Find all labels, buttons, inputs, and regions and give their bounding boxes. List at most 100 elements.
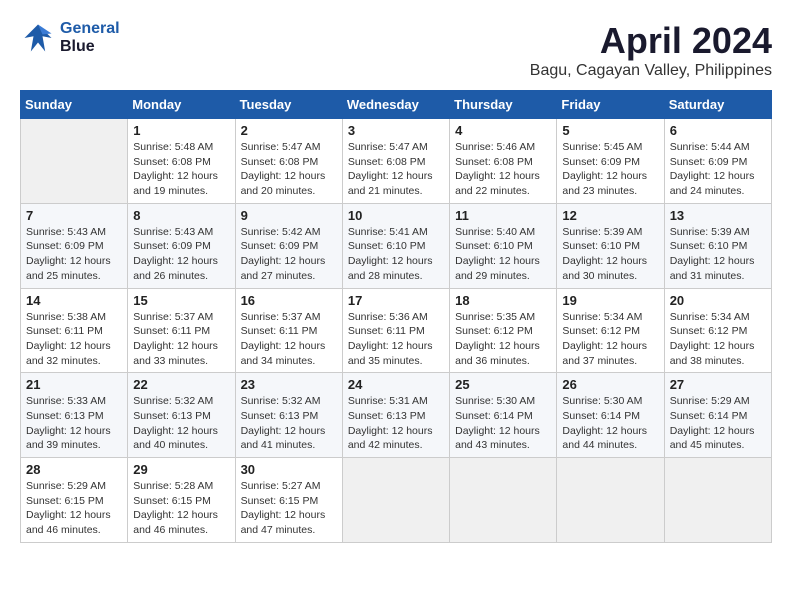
calendar-cell: 2 Sunrise: 5:47 AMSunset: 6:08 PMDaylight…: [235, 119, 342, 204]
day-number: 14: [26, 293, 122, 308]
day-info: Sunrise: 5:37 AMSunset: 6:11 PMDaylight:…: [133, 310, 229, 369]
calendar-cell: 17 Sunrise: 5:36 AMSunset: 6:11 PMDayligh…: [342, 288, 449, 373]
calendar-cell: 8Sunrise: 5:43 AMSunset: 6:09 PMDaylight…: [128, 203, 235, 288]
weekday-header-sunday: Sunday: [21, 91, 128, 119]
calendar-cell: 15 Sunrise: 5:37 AMSunset: 6:11 PMDayligh…: [128, 288, 235, 373]
calendar-cell: 19 Sunrise: 5:34 AMSunset: 6:12 PMDayligh…: [557, 288, 664, 373]
day-info: Sunrise: 5:42 AMSunset: 6:09 PMDaylight:…: [241, 225, 337, 284]
day-info: Sunrise: 5:47 AMSunset: 6:08 PMDaylight:…: [241, 140, 337, 199]
week-row-4: 21 Sunrise: 5:33 AMSunset: 6:13 PMDayligh…: [21, 373, 772, 458]
calendar-cell: 27 Sunrise: 5:29 AMSunset: 6:14 PMDayligh…: [664, 373, 771, 458]
calendar-cell: 13 Sunrise: 5:39 AMSunset: 6:10 PMDayligh…: [664, 203, 771, 288]
day-number: 28: [26, 462, 122, 477]
weekday-header-friday: Friday: [557, 91, 664, 119]
day-info: Sunrise: 5:44 AMSunset: 6:09 PMDaylight:…: [670, 140, 766, 199]
day-info: Sunrise: 5:43 AMSunset: 6:09 PMDaylight:…: [26, 225, 122, 284]
calendar-cell: 10 Sunrise: 5:41 AMSunset: 6:10 PMDayligh…: [342, 203, 449, 288]
day-number: 17: [348, 293, 444, 308]
calendar-cell: 21 Sunrise: 5:33 AMSunset: 6:13 PMDayligh…: [21, 373, 128, 458]
day-info: Sunrise: 5:39 AMSunset: 6:10 PMDaylight:…: [670, 225, 766, 284]
day-info: Sunrise: 5:34 AMSunset: 6:12 PMDaylight:…: [670, 310, 766, 369]
calendar-cell: 5 Sunrise: 5:45 AMSunset: 6:09 PMDaylight…: [557, 119, 664, 204]
day-info: Sunrise: 5:46 AMSunset: 6:08 PMDaylight:…: [455, 140, 551, 199]
week-row-1: 1 Sunrise: 5:48 AMSunset: 6:08 PMDaylight…: [21, 119, 772, 204]
day-info: Sunrise: 5:33 AMSunset: 6:13 PMDaylight:…: [26, 394, 122, 453]
calendar-cell: 28 Sunrise: 5:29 AMSunset: 6:15 PMDayligh…: [21, 458, 128, 543]
day-number: 10: [348, 208, 444, 223]
day-info: Sunrise: 5:32 AMSunset: 6:13 PMDaylight:…: [241, 394, 337, 453]
day-info: Sunrise: 5:27 AMSunset: 6:15 PMDaylight:…: [241, 479, 337, 538]
calendar-table: SundayMondayTuesdayWednesdayThursdayFrid…: [20, 90, 772, 543]
calendar-cell: 23 Sunrise: 5:32 AMSunset: 6:13 PMDayligh…: [235, 373, 342, 458]
day-info: Sunrise: 5:36 AMSunset: 6:11 PMDaylight:…: [348, 310, 444, 369]
day-number: 25: [455, 377, 551, 392]
page-header: General Blue April 2024 Bagu, Cagayan Va…: [20, 20, 772, 80]
week-row-3: 14 Sunrise: 5:38 AMSunset: 6:11 PMDayligh…: [21, 288, 772, 373]
day-number: 26: [562, 377, 658, 392]
day-number: 3: [348, 123, 444, 138]
calendar-cell: 30 Sunrise: 5:27 AMSunset: 6:15 PMDayligh…: [235, 458, 342, 543]
day-info: Sunrise: 5:39 AMSunset: 6:10 PMDaylight:…: [562, 225, 658, 284]
day-number: 1: [133, 123, 229, 138]
week-row-2: 7Sunrise: 5:43 AMSunset: 6:09 PMDaylight…: [21, 203, 772, 288]
day-info: Sunrise: 5:29 AMSunset: 6:15 PMDaylight:…: [26, 479, 122, 538]
day-info: Sunrise: 5:29 AMSunset: 6:14 PMDaylight:…: [670, 394, 766, 453]
calendar-cell: 1 Sunrise: 5:48 AMSunset: 6:08 PMDaylight…: [128, 119, 235, 204]
day-info: Sunrise: 5:28 AMSunset: 6:15 PMDaylight:…: [133, 479, 229, 538]
day-info: Sunrise: 5:32 AMSunset: 6:13 PMDaylight:…: [133, 394, 229, 453]
day-info: Sunrise: 5:45 AMSunset: 6:09 PMDaylight:…: [562, 140, 658, 199]
calendar-cell: [664, 458, 771, 543]
calendar-cell: 4 Sunrise: 5:46 AMSunset: 6:08 PMDaylight…: [450, 119, 557, 204]
day-number: 2: [241, 123, 337, 138]
day-info: Sunrise: 5:38 AMSunset: 6:11 PMDaylight:…: [26, 310, 122, 369]
day-info: Sunrise: 5:30 AMSunset: 6:14 PMDaylight:…: [455, 394, 551, 453]
day-number: 4: [455, 123, 551, 138]
calendar-subtitle: Bagu, Cagayan Valley, Philippines: [530, 62, 772, 80]
calendar-cell: 16 Sunrise: 5:37 AMSunset: 6:11 PMDayligh…: [235, 288, 342, 373]
calendar-cell: [450, 458, 557, 543]
day-info: Sunrise: 5:35 AMSunset: 6:12 PMDaylight:…: [455, 310, 551, 369]
calendar-cell: 25 Sunrise: 5:30 AMSunset: 6:14 PMDayligh…: [450, 373, 557, 458]
day-number: 9: [241, 208, 337, 223]
calendar-cell: 20 Sunrise: 5:34 AMSunset: 6:12 PMDayligh…: [664, 288, 771, 373]
day-number: 16: [241, 293, 337, 308]
calendar-cell: 29Sunrise: 5:28 AMSunset: 6:15 PMDayligh…: [128, 458, 235, 543]
logo-icon: [20, 20, 56, 56]
calendar-cell: 3 Sunrise: 5:47 AMSunset: 6:08 PMDaylight…: [342, 119, 449, 204]
weekday-header-saturday: Saturday: [664, 91, 771, 119]
calendar-cell: 7Sunrise: 5:43 AMSunset: 6:09 PMDaylight…: [21, 203, 128, 288]
day-number: 5: [562, 123, 658, 138]
day-number: 15: [133, 293, 229, 308]
day-number: 20: [670, 293, 766, 308]
day-number: 22: [133, 377, 229, 392]
day-number: 19: [562, 293, 658, 308]
day-number: 24: [348, 377, 444, 392]
logo: General Blue: [20, 20, 120, 56]
calendar-cell: 22 Sunrise: 5:32 AMSunset: 6:13 PMDayligh…: [128, 373, 235, 458]
week-row-5: 28 Sunrise: 5:29 AMSunset: 6:15 PMDayligh…: [21, 458, 772, 543]
day-number: 23: [241, 377, 337, 392]
calendar-cell: 6Sunrise: 5:44 AMSunset: 6:09 PMDaylight…: [664, 119, 771, 204]
calendar-cell: 9 Sunrise: 5:42 AMSunset: 6:09 PMDaylight…: [235, 203, 342, 288]
calendar-cell: 24Sunrise: 5:31 AMSunset: 6:13 PMDayligh…: [342, 373, 449, 458]
calendar-title: April 2024: [530, 20, 772, 62]
day-number: 30: [241, 462, 337, 477]
day-info: Sunrise: 5:30 AMSunset: 6:14 PMDaylight:…: [562, 394, 658, 453]
day-info: Sunrise: 5:37 AMSunset: 6:11 PMDaylight:…: [241, 310, 337, 369]
day-number: 27: [670, 377, 766, 392]
weekday-header-monday: Monday: [128, 91, 235, 119]
day-number: 13: [670, 208, 766, 223]
calendar-cell: 12Sunrise: 5:39 AMSunset: 6:10 PMDayligh…: [557, 203, 664, 288]
calendar-cell: 26 Sunrise: 5:30 AMSunset: 6:14 PMDayligh…: [557, 373, 664, 458]
day-info: Sunrise: 5:34 AMSunset: 6:12 PMDaylight:…: [562, 310, 658, 369]
weekday-header-wednesday: Wednesday: [342, 91, 449, 119]
day-info: Sunrise: 5:41 AMSunset: 6:10 PMDaylight:…: [348, 225, 444, 284]
logo-name2: Blue: [60, 38, 120, 56]
calendar-cell: [342, 458, 449, 543]
calendar-cell: 11Sunrise: 5:40 AMSunset: 6:10 PMDayligh…: [450, 203, 557, 288]
weekday-header-row: SundayMondayTuesdayWednesdayThursdayFrid…: [21, 91, 772, 119]
day-info: Sunrise: 5:48 AMSunset: 6:08 PMDaylight:…: [133, 140, 229, 199]
day-info: Sunrise: 5:47 AMSunset: 6:08 PMDaylight:…: [348, 140, 444, 199]
day-number: 21: [26, 377, 122, 392]
weekday-header-thursday: Thursday: [450, 91, 557, 119]
